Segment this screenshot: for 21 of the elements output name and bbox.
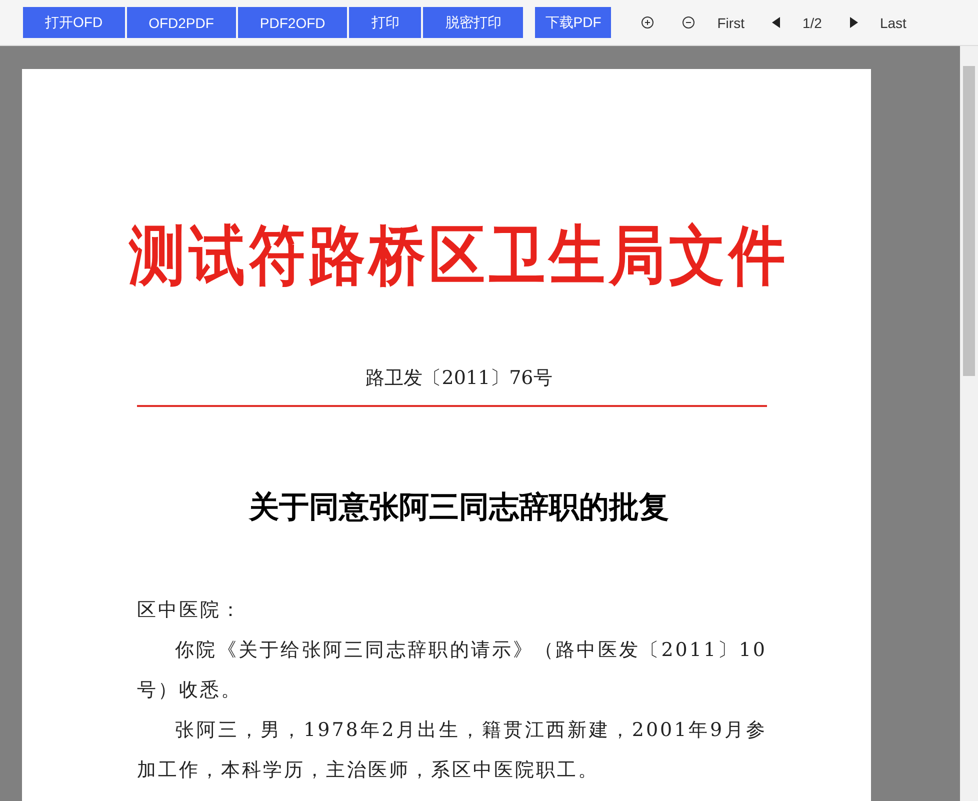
next-page-icon[interactable] <box>850 17 858 28</box>
salutation-text: 区中医院： <box>137 598 243 623</box>
toolbar-button[interactable]: 打开OFD <box>23 7 125 38</box>
body-paragraph: 张阿三，男，1978年2月出生，籍贯江西新建，2001年9月参加工作，本科学历，主治医师，系区中医院职工。 <box>137 718 767 783</box>
scrollbar[interactable] <box>960 46 978 801</box>
page-indicator: 1/2 <box>802 14 822 30</box>
first-page-button[interactable]: First <box>717 14 744 30</box>
previous-page-icon[interactable] <box>772 17 780 28</box>
body-paragraph: 你院《关于给张阿三同志辞职的请示》（路中医发〔2011〕10号）收悉。 <box>137 638 767 703</box>
toolbar-button[interactable]: 打印 <box>349 7 422 38</box>
toolbar-button[interactable]: PDF2OFD <box>238 7 348 38</box>
toolbar-button[interactable]: 下载PDF <box>535 7 612 38</box>
zoom-in-icon[interactable] <box>641 16 654 29</box>
document-number: 路卫发〔2011〕76号 <box>364 366 554 391</box>
last-page-button[interactable]: Last <box>880 14 906 30</box>
document-header-title: 测试符路桥区卫生局文件 <box>128 216 790 296</box>
toolbar-button[interactable]: OFD2PDF <box>126 7 236 38</box>
scrollbar-thumb[interactable] <box>963 66 975 376</box>
toolbar-button[interactable]: 脱密打印 <box>423 7 524 38</box>
zoom-out-icon[interactable] <box>682 16 696 29</box>
document-heading: 关于同意张阿三同志辞职的批复 <box>248 489 670 527</box>
